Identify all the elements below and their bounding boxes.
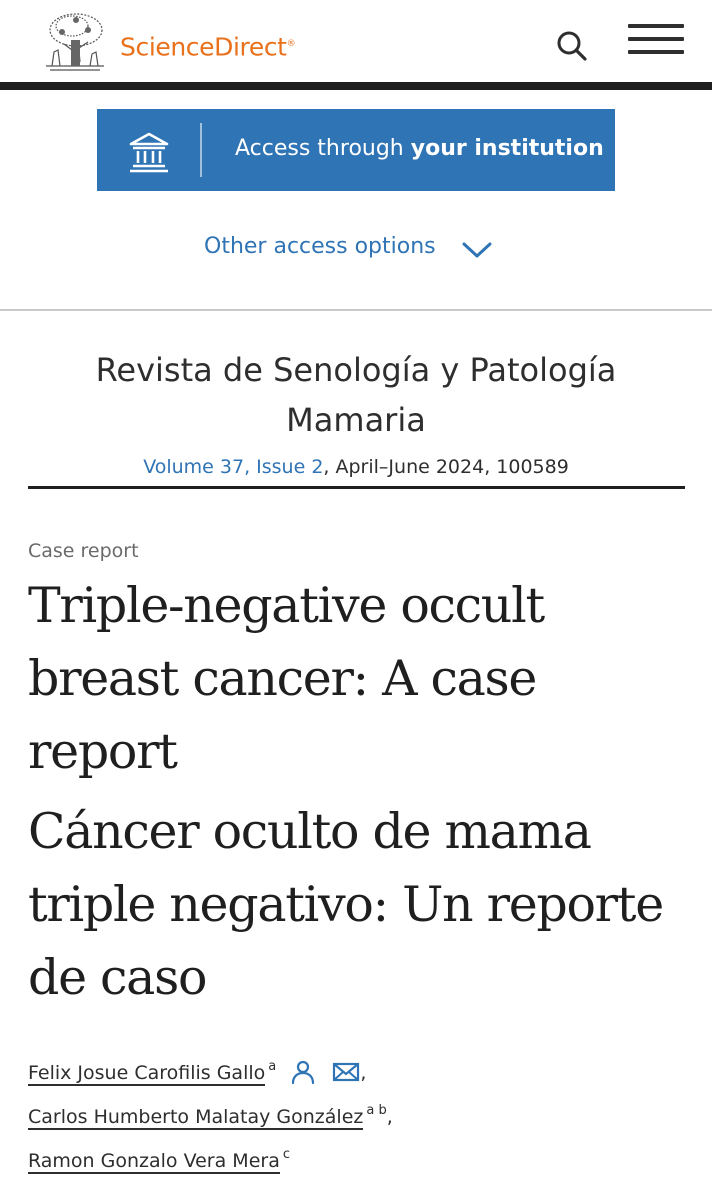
- brand-text: ScienceDirect: [120, 32, 287, 62]
- issue-date-id: , April–June 2024, 100589: [323, 456, 569, 478]
- article-title-spanish: Cáncer oculto de mama triple negativo: U…: [28, 803, 664, 1006]
- section-divider: [0, 309, 712, 311]
- article-type: Case report: [28, 540, 139, 562]
- author-entry: Carlos Humberto Malatay González a b,: [28, 1097, 393, 1131]
- volume-issue-link[interactable]: Volume 37, Issue 2: [143, 456, 323, 478]
- hamburger-menu-icon[interactable]: [624, 20, 688, 60]
- brand-name[interactable]: ScienceDirect®: [120, 27, 296, 64]
- author-entry: Ramon Gonzalo Vera Mera c: [28, 1141, 290, 1175]
- issue-info: Volume 37, Issue 2, April–June 2024, 100…: [30, 454, 682, 480]
- chevron-down-icon[interactable]: [460, 238, 494, 262]
- author-name-link[interactable]: Ramon Gonzalo Vera Mera: [28, 1150, 280, 1174]
- author-entry: Felix Josue Carofilis Gallo a ,: [28, 1053, 366, 1087]
- elsevier-tree-logo[interactable]: [42, 10, 108, 72]
- author-affiliation[interactable]: a: [268, 1059, 276, 1074]
- person-icon[interactable]: [290, 1059, 316, 1085]
- journal-divider: [28, 486, 685, 489]
- menu-bar: [628, 24, 684, 28]
- author-affiliation[interactable]: c: [283, 1147, 290, 1162]
- mail-icon[interactable]: [332, 1059, 360, 1085]
- search-icon[interactable]: [552, 26, 592, 66]
- institution-building-icon: [129, 132, 169, 173]
- access-label: Access through your institution: [235, 133, 604, 165]
- article-title-english: Triple-negative occult breast cancer: A …: [28, 577, 545, 780]
- site-header: ScienceDirect®: [0, 0, 712, 82]
- author-separator: ,: [386, 1106, 393, 1128]
- author-separator: ,: [360, 1062, 367, 1084]
- author-name-link[interactable]: Carlos Humberto Malatay González: [28, 1106, 364, 1130]
- access-emphasis: your institution: [410, 136, 604, 161]
- author-name-link[interactable]: Felix Josue Carofilis Gallo: [28, 1062, 266, 1086]
- menu-bar: [628, 37, 684, 41]
- registered-mark: ®: [286, 39, 296, 49]
- header-divider: [0, 82, 712, 90]
- access-prefix: Access through: [235, 136, 411, 161]
- author-affiliation[interactable]: a b: [366, 1103, 386, 1118]
- access-divider: [200, 123, 202, 177]
- journal-title[interactable]: Revista de Senología y Patología Mamaria: [30, 345, 682, 445]
- access-through-institution-button[interactable]: Access through your institution: [97, 109, 615, 191]
- menu-bar: [628, 50, 684, 54]
- other-access-options-link[interactable]: Other access options: [204, 230, 436, 264]
